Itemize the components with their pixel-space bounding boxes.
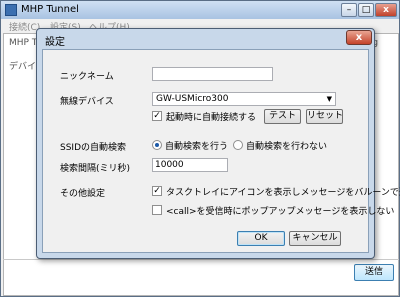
popup-suppress-checkbox[interactable] [152, 205, 162, 215]
dialog-titlebar: 設定 x [37, 29, 374, 48]
nickname-label: ニックネーム [60, 72, 114, 82]
autoconnect-label: 起動時に自動接続する [166, 113, 257, 123]
main-titlebar: MHP Tunnel – □ x [1, 1, 399, 19]
search-interval-label: 検索間隔(ミリ秒) [60, 164, 131, 174]
autoconnect-checkbox[interactable]: ✓ [152, 111, 162, 121]
dialog-body: ニックネーム 無線デバイス GW-USMicro300 ▼ ✓ 起動時に自動接続… [42, 49, 400, 253]
wireless-device-select[interactable]: GW-USMicro300 ▼ [152, 92, 336, 106]
tray-notify-checkbox[interactable]: ✓ [152, 186, 162, 196]
wireless-device-value: GW-USMicro300 [156, 94, 229, 104]
cancel-button[interactable]: キャンセル [289, 231, 341, 246]
divider [3, 259, 399, 260]
nickname-input[interactable] [152, 67, 273, 81]
reset-button[interactable]: リセット [306, 109, 343, 124]
main-close-button[interactable]: x [375, 3, 397, 17]
ssid-autosearch-label: SSIDの自動検索 [60, 143, 127, 153]
ssid-search-on-label: 自動検索を行う [165, 142, 229, 152]
ssid-search-on-radio[interactable] [152, 140, 162, 150]
main-window-title: MHP Tunnel [21, 4, 79, 15]
tray-notify-label: タスクトレイにアイコンを表示しメッセージをバルーンで通知 [166, 188, 400, 198]
minimize-button[interactable]: – [341, 3, 357, 17]
dialog-close-button[interactable]: x [346, 30, 372, 45]
settings-dialog: 設定 x ニックネーム 無線デバイス GW-USMicro300 ▼ ✓ 起動時… [36, 28, 400, 259]
other-settings-label: その他設定 [60, 189, 106, 199]
ssid-search-off-label: 自動検索を行わない [246, 142, 328, 152]
ssid-search-off-radio[interactable] [233, 140, 243, 150]
maximize-button[interactable]: □ [358, 3, 374, 17]
search-interval-input[interactable]: 10000 [152, 158, 228, 172]
ok-button[interactable]: OK [237, 231, 285, 246]
dialog-title: 設定 [45, 37, 65, 48]
wireless-device-label: 無線デバイス [60, 97, 114, 107]
app-icon [5, 4, 17, 16]
popup-suppress-label: <call>を受信時にポップアップメッセージを表示しない [166, 207, 395, 217]
chevron-down-icon: ▼ [326, 95, 332, 103]
test-button[interactable]: テスト [264, 109, 301, 124]
radio-selected-dot [155, 143, 159, 147]
send-button[interactable]: 送信 [354, 264, 394, 281]
